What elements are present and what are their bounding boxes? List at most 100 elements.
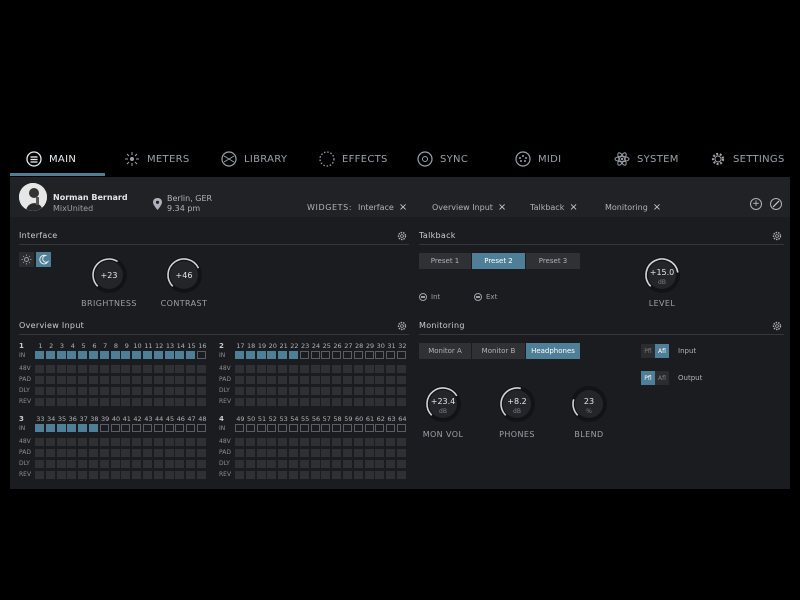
avatar[interactable]	[19, 183, 47, 211]
in-toggle[interactable]	[56, 424, 66, 432]
channel-option-cell[interactable]	[386, 387, 396, 395]
channel-option-cell[interactable]	[267, 376, 277, 384]
in-toggle[interactable]	[278, 424, 288, 432]
channel-option-cell[interactable]	[45, 387, 55, 395]
channel-option-cell[interactable]	[56, 365, 66, 373]
channel-option-cell[interactable]	[88, 398, 98, 406]
channel-option-cell[interactable]	[110, 376, 120, 384]
in-toggle[interactable]	[88, 351, 98, 359]
in-toggle[interactable]	[396, 424, 406, 432]
channel-option-cell[interactable]	[375, 376, 385, 384]
channel-option-cell[interactable]	[364, 365, 374, 373]
channel-option-cell[interactable]	[342, 398, 352, 406]
channel-option-cell[interactable]	[310, 387, 320, 395]
channel-option-cell[interactable]	[375, 460, 385, 468]
close-icon[interactable]: ×	[569, 202, 577, 212]
channel-option-cell[interactable]	[332, 376, 342, 384]
channel-option-cell[interactable]	[364, 449, 374, 457]
channel-option-cell[interactable]	[45, 398, 55, 406]
channel-option-cell[interactable]	[267, 398, 277, 406]
channel-option-cell[interactable]	[196, 449, 206, 457]
nav-system[interactable]: SYSTEM	[614, 143, 679, 175]
channel-option-cell[interactable]	[121, 387, 131, 395]
channel-option-cell[interactable]	[35, 438, 44, 446]
channel-option-cell[interactable]	[364, 471, 374, 479]
in-toggle[interactable]	[364, 351, 374, 359]
channel-option-cell[interactable]	[175, 460, 185, 468]
channel-option-cell[interactable]	[375, 471, 385, 479]
close-icon[interactable]: ×	[653, 202, 661, 212]
channel-option-cell[interactable]	[267, 365, 277, 373]
in-toggle[interactable]	[310, 351, 320, 359]
channel-option-cell[interactable]	[278, 376, 288, 384]
in-toggle[interactable]	[332, 424, 342, 432]
channel-option-cell[interactable]	[364, 376, 374, 384]
channel-option-cell[interactable]	[353, 460, 363, 468]
channel-option-cell[interactable]	[267, 449, 277, 457]
channel-option-cell[interactable]	[342, 438, 352, 446]
channel-option-cell[interactable]	[175, 471, 185, 479]
in-toggle[interactable]	[375, 351, 385, 359]
channel-option-cell[interactable]	[364, 398, 374, 406]
in-toggle[interactable]	[153, 351, 163, 359]
channel-option-cell[interactable]	[56, 387, 66, 395]
channel-option-cell[interactable]	[353, 376, 363, 384]
channel-option-cell[interactable]	[267, 460, 277, 468]
channel-option-cell[interactable]	[396, 365, 406, 373]
channel-option-cell[interactable]	[278, 365, 288, 373]
channel-option-cell[interactable]	[386, 471, 396, 479]
channel-option-cell[interactable]	[196, 438, 206, 446]
channel-option-cell[interactable]	[196, 365, 206, 373]
channel-option-cell[interactable]	[56, 471, 66, 479]
channel-option-cell[interactable]	[278, 471, 288, 479]
channel-option-cell[interactable]	[78, 438, 88, 446]
channel-option-cell[interactable]	[164, 376, 174, 384]
channel-option-cell[interactable]	[245, 460, 255, 468]
channel-option-cell[interactable]	[67, 438, 77, 446]
channel-option-cell[interactable]	[256, 449, 266, 457]
channel-option-cell[interactable]	[110, 398, 120, 406]
monitoring-settings-icon[interactable]	[772, 321, 782, 331]
channel-option-cell[interactable]	[78, 387, 88, 395]
channel-option-cell[interactable]	[99, 471, 109, 479]
in-toggle[interactable]	[153, 424, 163, 432]
channel-option-cell[interactable]	[299, 387, 309, 395]
channel-option-cell[interactable]	[364, 460, 374, 468]
channel-option-cell[interactable]	[153, 376, 163, 384]
channel-option-cell[interactable]	[321, 471, 331, 479]
channel-option-cell[interactable]	[99, 387, 109, 395]
nav-meters[interactable]: METERS	[124, 143, 189, 175]
channel-option-cell[interactable]	[45, 460, 55, 468]
channel-option-cell[interactable]	[186, 365, 196, 373]
in-toggle[interactable]	[245, 351, 255, 359]
channel-option-cell[interactable]	[88, 376, 98, 384]
channel-option-cell[interactable]	[342, 449, 352, 457]
channel-option-cell[interactable]	[375, 387, 385, 395]
channel-option-cell[interactable]	[321, 438, 331, 446]
channel-option-cell[interactable]	[342, 376, 352, 384]
in-toggle[interactable]	[186, 424, 196, 432]
in-toggle[interactable]	[175, 424, 185, 432]
channel-option-cell[interactable]	[88, 460, 98, 468]
channel-option-cell[interactable]	[186, 376, 196, 384]
monitor-b-button[interactable]: Monitor B	[472, 343, 526, 359]
channel-option-cell[interactable]	[342, 471, 352, 479]
preset-1-button[interactable]: Preset 1	[419, 253, 472, 269]
add-widget-button[interactable]: +	[750, 198, 762, 210]
in-toggle[interactable]	[235, 424, 244, 432]
channel-option-cell[interactable]	[332, 460, 342, 468]
channel-option-cell[interactable]	[78, 449, 88, 457]
in-toggle[interactable]	[45, 424, 55, 432]
channel-option-cell[interactable]	[45, 471, 55, 479]
channel-option-cell[interactable]	[235, 365, 244, 373]
channel-option-cell[interactable]	[321, 460, 331, 468]
channel-option-cell[interactable]	[121, 438, 131, 446]
channel-option-cell[interactable]	[310, 460, 320, 468]
in-toggle[interactable]	[56, 351, 66, 359]
channel-option-cell[interactable]	[396, 376, 406, 384]
channel-option-cell[interactable]	[142, 365, 152, 373]
channel-option-cell[interactable]	[186, 460, 196, 468]
channel-option-cell[interactable]	[67, 365, 77, 373]
channel-option-cell[interactable]	[396, 449, 406, 457]
channel-option-cell[interactable]	[132, 460, 142, 468]
